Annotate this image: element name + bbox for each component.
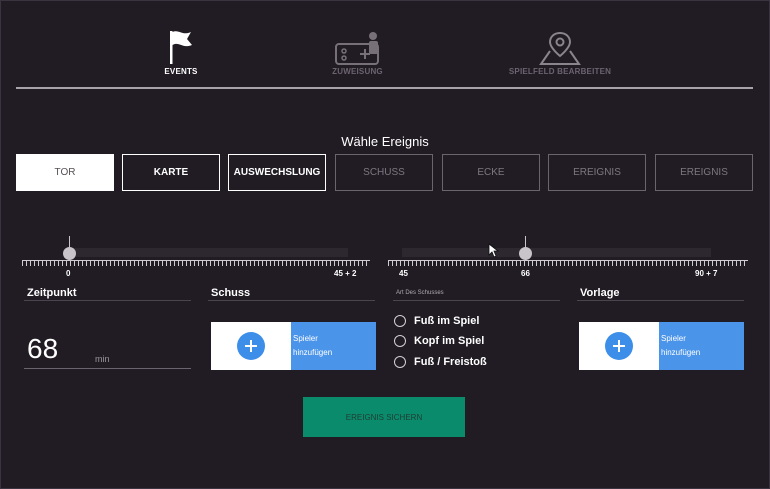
shot-add-player-label-1: Spieler: [293, 334, 318, 343]
shot-type-option-label: Fuß im Spiel: [414, 315, 480, 327]
event-type-ereignis-button[interactable]: EREIGNIS: [548, 154, 646, 191]
event-type-auswechslung-button[interactable]: AUSWECHSLUNG: [228, 154, 326, 191]
shot-type-option-label: Kopf im Spiel: [414, 335, 485, 347]
minute-input-underline: [24, 368, 191, 369]
shot-type-option-label: Fuß / Freistoß: [414, 356, 487, 368]
first-half-start-label: 0: [66, 269, 71, 278]
shot-type-option-foot[interactable]: Fuß im Spiel: [394, 315, 479, 327]
time-column-divider: [24, 300, 191, 301]
second-half-marker-label: 66: [521, 269, 530, 278]
assist-add-player-plus-area: [579, 322, 659, 370]
shot-column-divider: [208, 300, 375, 301]
nav-divider: [16, 87, 753, 89]
first-half-ticks: [22, 260, 370, 266]
assist-add-player-label-1: Spieler: [661, 334, 686, 343]
second-half-end-label: 90 + 7: [695, 269, 718, 278]
plus-icon: [605, 332, 633, 360]
minute-unit-label: min: [95, 354, 110, 364]
shot-add-player-plus-area: [211, 322, 291, 370]
shot-type-column-divider: [393, 300, 560, 301]
event-type-ecke-button[interactable]: ECKE: [442, 154, 540, 191]
radio-circle-icon: [394, 356, 406, 368]
assist-add-player-button[interactable]: Spieler hinzufügen: [579, 322, 744, 370]
nav-tab-assignment[interactable]: ZUWEISUNG: [320, 31, 395, 76]
second-half-slider-knob[interactable]: [519, 247, 532, 260]
shot-add-player-button[interactable]: Spieler hinzufügen: [211, 322, 376, 370]
radio-circle-icon: [394, 335, 406, 347]
event-type-karte-button[interactable]: KARTE: [122, 154, 220, 191]
mouse-cursor-icon: [488, 243, 499, 258]
gamepad-person-icon: [334, 32, 379, 65]
radio-circle-icon: [394, 315, 406, 327]
second-half-track: [402, 248, 711, 257]
second-half-ticks: [388, 260, 748, 266]
second-half-start-label: 45: [399, 269, 408, 278]
first-half-slider-knob[interactable]: [63, 247, 76, 260]
event-type-schuss-button[interactable]: SCHUSS: [335, 154, 433, 191]
nav-tab-events[interactable]: EVENTS: [150, 29, 212, 76]
event-type-ereignis-button-2[interactable]: EREIGNIS: [655, 154, 753, 191]
shot-add-player-label-2: hinzufügen: [293, 348, 333, 357]
event-section-title: Wähle Ereignis: [341, 134, 429, 149]
time-column-title: Zeitpunkt: [27, 287, 77, 299]
nav-events-label: EVENTS: [164, 67, 198, 76]
event-type-tor-button[interactable]: TOR: [16, 154, 114, 191]
minute-value-input[interactable]: 68: [27, 333, 58, 365]
nav-field-label: SPIELFELD BEARBEITEN: [508, 67, 612, 76]
first-half-track: [69, 248, 348, 257]
assist-add-player-label-2: hinzufügen: [661, 348, 701, 357]
shot-type-option-freekick[interactable]: Fuß / Freistoß: [394, 356, 487, 368]
shot-type-column-title: Art Des Schusses: [396, 290, 444, 296]
nav-assignment-label: ZUWEISUNG: [332, 67, 383, 76]
flag-icon: [170, 31, 192, 64]
assist-add-player-text: Spieler hinzufügen: [659, 322, 744, 370]
nav-tab-field-edit[interactable]: SPIELFELD BEARBEITEN: [490, 31, 630, 76]
assist-column-title: Vorlage: [580, 287, 620, 299]
plus-icon: [237, 332, 265, 360]
shot-type-option-head[interactable]: Kopf im Spiel: [394, 335, 484, 347]
first-half-end-label: 45 + 2: [334, 269, 357, 278]
map-pin-icon: [539, 31, 581, 65]
shot-column-title: Schuss: [211, 287, 251, 299]
shot-add-player-text: Spieler hinzufügen: [291, 322, 376, 370]
save-event-button[interactable]: EREIGNIS SICHERN: [303, 397, 465, 437]
assist-column-divider: [577, 300, 744, 301]
